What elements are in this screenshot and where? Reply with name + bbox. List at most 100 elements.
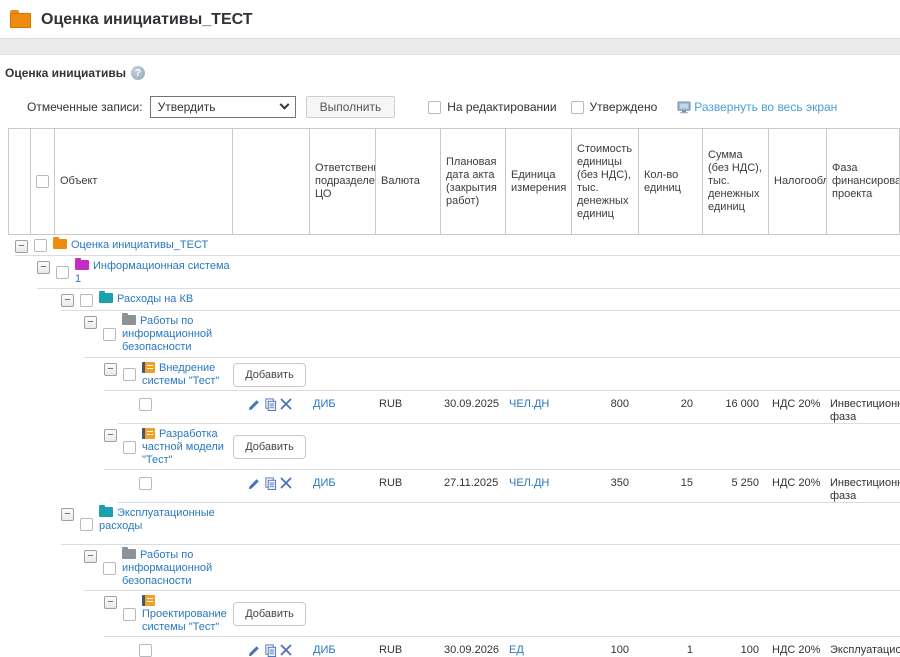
add-button[interactable]: Добавить	[233, 602, 306, 626]
actions-cell: Добавить	[231, 424, 308, 470]
row-checkbox[interactable]	[34, 239, 47, 252]
fullscreen-link[interactable]: Развернуть во весь экран	[677, 100, 837, 114]
phase-cell: Инвестиционная фаза	[825, 470, 900, 503]
delete-icon[interactable]	[280, 644, 292, 656]
data-row: ДИБ RUB 30.09.2026 ЕД 100 1 100 НДС 20% …	[8, 637, 900, 657]
tree-cell	[8, 637, 231, 657]
data-row: ДИБ RUB 27.11.2025 ЧЕЛ.ДН 350 15 5 250 Н…	[8, 470, 900, 503]
edit-icon[interactable]	[248, 644, 261, 657]
row-checkbox[interactable]	[80, 518, 93, 531]
dept-link[interactable]: ДИБ	[313, 644, 336, 656]
delete-icon[interactable]	[280, 477, 292, 489]
tax-cell: НДС 20%	[767, 637, 825, 657]
approved-checkbox[interactable]	[571, 101, 584, 114]
folder-icon	[122, 549, 136, 559]
collapse-toggle-icon[interactable]: −	[61, 294, 74, 307]
row-checkbox[interactable]	[56, 266, 69, 279]
work-item-icon	[142, 362, 155, 373]
tree-row-root: − Оценка инициативы_ТЕСТ	[8, 235, 900, 256]
unit-cell: ЧЕЛ.ДН	[504, 470, 570, 503]
tree-cell: − Работы по информационной безопасности	[8, 311, 231, 358]
collapse-toggle-icon[interactable]: −	[104, 596, 117, 609]
copy-icon[interactable]	[264, 477, 277, 490]
select-all-checkbox[interactable]	[36, 175, 49, 188]
chevron-down-icon	[279, 99, 289, 109]
tree-cell: − Расходы на КВ	[8, 289, 231, 311]
collapse-toggle-icon[interactable]: −	[84, 550, 97, 563]
filter-approved[interactable]: Утверждено	[571, 100, 658, 114]
currency-cell: RUB	[374, 391, 439, 424]
folder-icon	[75, 260, 89, 270]
row-checkbox[interactable]	[103, 562, 116, 575]
row-checkbox[interactable]	[139, 398, 152, 411]
tree-row-item: − Внедрение системы "Тест" Добавить	[8, 358, 900, 391]
dept-cell: ДИБ	[308, 470, 374, 503]
phase-cell: Эксплуатационная фаза (без амортизации)	[825, 637, 900, 657]
dept-link[interactable]: ДИБ	[313, 477, 336, 489]
row-checkbox[interactable]	[139, 644, 152, 657]
tree-node-label[interactable]: Расходы на КВ	[117, 293, 193, 305]
collapse-toggle-icon[interactable]: −	[84, 316, 97, 329]
row-checkbox[interactable]	[123, 441, 136, 454]
tree-node-label[interactable]: Информационная система 1	[75, 260, 230, 285]
row-checkbox[interactable]	[123, 608, 136, 621]
row-checkbox[interactable]	[123, 368, 136, 381]
copy-icon[interactable]	[264, 644, 277, 657]
cost-cell: 800	[570, 391, 637, 424]
tree-row-item: − Проектирование системы "Тест" Добавить	[8, 591, 900, 637]
unit-link[interactable]: ЧЕЛ.ДН	[509, 398, 549, 410]
date-cell: 30.09.2025	[439, 391, 504, 424]
execute-button[interactable]: Выполнить	[306, 96, 396, 118]
row-checkbox[interactable]	[139, 477, 152, 490]
tree-node-label[interactable]: Проектирование системы "Тест"	[142, 608, 227, 633]
tree-cell	[8, 470, 231, 503]
header-date: Плановая дата акта (закрытия работ)	[440, 129, 505, 234]
tree-row-security-works: − Работы по информационной безопасности	[8, 311, 900, 358]
collapse-toggle-icon[interactable]: −	[104, 363, 117, 376]
qty-cell: 1	[637, 637, 701, 657]
filter-editing[interactable]: На редактировании	[428, 100, 556, 114]
edit-icon[interactable]	[248, 398, 261, 411]
tree-cell: − Информационная система 1	[8, 256, 231, 289]
tree-cell: − Проектирование системы "Тест"	[8, 591, 231, 637]
actions-cell: Добавить	[231, 591, 308, 637]
dept-link[interactable]: ДИБ	[313, 398, 336, 410]
unit-link[interactable]: ЧЕЛ.ДН	[509, 477, 549, 489]
collapse-toggle-icon[interactable]: −	[61, 508, 74, 521]
delete-icon[interactable]	[280, 398, 292, 410]
header-tax: Налогообложение	[768, 129, 826, 234]
collapse-toggle-icon[interactable]: −	[37, 261, 50, 274]
tax-cell: НДС 20%	[767, 391, 825, 424]
editing-checkbox[interactable]	[428, 101, 441, 114]
add-button[interactable]: Добавить	[233, 363, 306, 387]
work-item-icon	[142, 428, 155, 439]
fullscreen-link-label: Развернуть во весь экран	[694, 100, 837, 114]
row-checkbox[interactable]	[80, 294, 93, 307]
marked-records-label: Отмеченные записи:	[27, 100, 143, 114]
add-button[interactable]: Добавить	[233, 435, 306, 459]
edit-icon[interactable]	[248, 477, 261, 490]
phase-cell: Инвестиционная фаза	[825, 391, 900, 424]
collapse-toggle-icon[interactable]: −	[15, 240, 28, 253]
action-select[interactable]: Утвердить	[150, 96, 296, 118]
currency-cell: RUB	[374, 637, 439, 657]
collapse-toggle-icon[interactable]: −	[104, 429, 117, 442]
row-checkbox[interactable]	[103, 328, 116, 341]
dept-cell: ДИБ	[308, 391, 374, 424]
header-checkbox-cell	[30, 129, 54, 234]
header-object: Объект	[54, 129, 232, 234]
tree-cell: − Оценка инициативы_ТЕСТ	[8, 235, 231, 256]
unit-link[interactable]: ЕД	[509, 644, 524, 656]
header-currency: Валюта	[375, 129, 440, 234]
help-icon[interactable]: ?	[131, 66, 145, 80]
actions-cell	[231, 391, 308, 424]
copy-icon[interactable]	[264, 398, 277, 411]
header-actions	[232, 129, 309, 234]
page-header: Оценка инициативы_ТЕСТ	[0, 0, 900, 38]
header-unit: Единица измерения	[505, 129, 571, 234]
monitor-icon	[677, 101, 692, 114]
tree-node-label[interactable]: Эксплуатационные расходы	[99, 507, 215, 532]
tree-node-label[interactable]: Оценка инициативы_ТЕСТ	[71, 239, 208, 251]
header-phase: Фаза финансирования проекта	[826, 129, 899, 234]
tree-row-security-works: − Работы по информационной безопасности	[8, 545, 900, 591]
